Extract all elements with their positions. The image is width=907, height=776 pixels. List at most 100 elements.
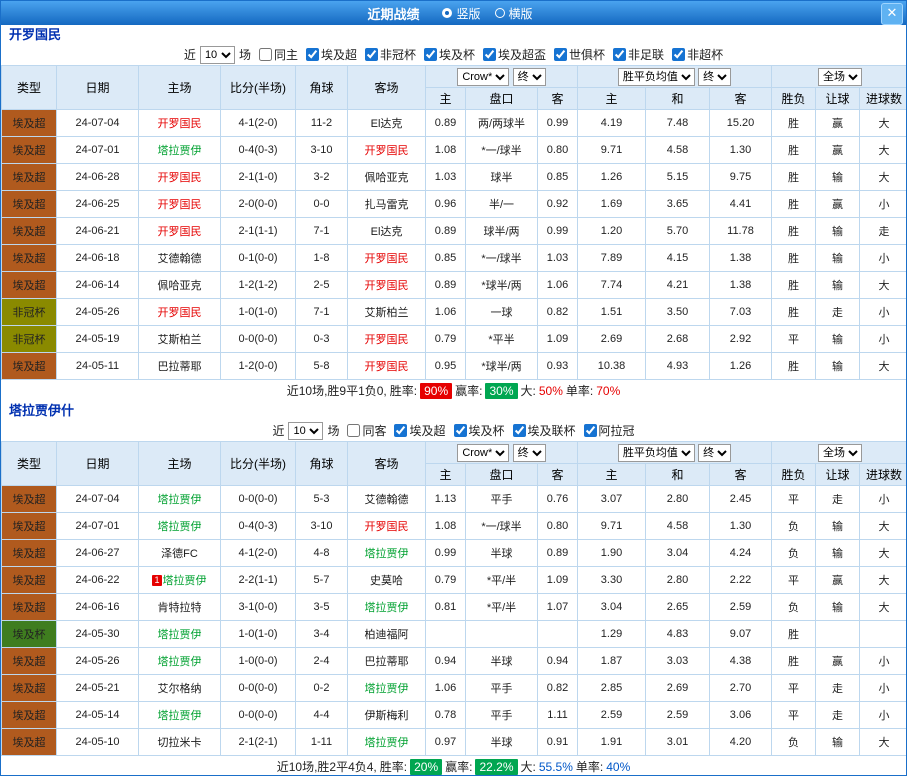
odd-rate-label: 单率: <box>576 758 603 775</box>
recent-count-select[interactable]: 10 <box>288 422 323 440</box>
scope-select[interactable]: 全场 <box>818 68 862 86</box>
checkbox-世俱杯[interactable] <box>554 48 567 61</box>
cell-date: 24-06-21 <box>57 218 139 245</box>
cell-home-team: 肯特拉特 <box>139 594 221 621</box>
filter-checkbox-埃及杯[interactable]: 埃及杯 <box>450 422 505 439</box>
team-name-text: 艾德翰德 <box>158 253 202 265</box>
team-name-text: 开罗国民 <box>365 521 409 533</box>
team-name-text: 塔拉贾伊 <box>158 710 202 722</box>
filter-checkbox-埃及杯[interactable]: 埃及杯 <box>420 46 475 63</box>
checkbox-同客[interactable] <box>347 424 360 437</box>
col-avg-draw: 和 <box>646 464 710 486</box>
cell-avg-home: 1.26 <box>578 164 646 191</box>
checkbox-埃及超盃[interactable] <box>483 48 496 61</box>
scope-select[interactable]: 全场 <box>818 444 862 462</box>
checkbox-非冠杯[interactable] <box>365 48 378 61</box>
bookmaker-select[interactable]: Crow* <box>457 444 509 462</box>
filter-checkbox-同主[interactable]: 同主 <box>255 46 298 63</box>
filter-checkbox-同客[interactable]: 同客 <box>343 422 386 439</box>
cell-score: 4-1(2-0) <box>221 110 296 137</box>
avg-odds-select[interactable]: 胜平负均值 <box>618 444 695 462</box>
checkbox-埃及超[interactable] <box>306 48 319 61</box>
filter-checkbox-阿拉冠[interactable]: 阿拉冠 <box>580 422 635 439</box>
odds-stage-select[interactable]: 终 <box>513 444 546 462</box>
odds-stage-select[interactable]: 终 <box>513 68 546 86</box>
checkbox-同主[interactable] <box>259 48 272 61</box>
close-button[interactable]: ✕ <box>881 3 903 25</box>
filter-checkbox-埃及联杯[interactable]: 埃及联杯 <box>509 422 576 439</box>
avg-stage-select[interactable]: 终 <box>698 68 731 86</box>
cell-handicap: 半球 <box>466 648 538 675</box>
checkbox-label: 埃及超 <box>409 422 445 439</box>
cell-corners: 3-2 <box>296 164 348 191</box>
cell-away-team: 塔拉贾伊 <box>348 729 426 756</box>
match-row: 埃及超24-06-27泽德FC4-1(2-0)4-8塔拉贾伊0.99半球0.89… <box>2 540 907 567</box>
checkbox-非超杯[interactable] <box>672 48 685 61</box>
matches-label: 场 <box>327 422 339 439</box>
filter-checkbox-非足联[interactable]: 非足联 <box>609 46 664 63</box>
layout-radio-horizontal[interactable]: 横版 <box>495 5 533 22</box>
checkbox-非足联[interactable] <box>613 48 626 61</box>
cell-avg-draw: 7.48 <box>646 110 710 137</box>
radio-unselected-icon <box>495 8 505 18</box>
filter-checkbox-埃及超[interactable]: 埃及超 <box>302 46 357 63</box>
cell-home-team: 切拉米卡 <box>139 729 221 756</box>
checkbox-label: 同客 <box>362 422 386 439</box>
cell-type: 埃及超 <box>2 353 57 380</box>
near-label: 近 <box>184 46 196 63</box>
team-name-text: 扎马雷克 <box>365 199 409 211</box>
cell-goals-result: 大 <box>860 513 907 540</box>
cell-away-team: 艾德翰德 <box>348 486 426 513</box>
cell-handicap-result: 输 <box>816 513 860 540</box>
cell-away-team: El达克 <box>348 218 426 245</box>
cell-type: 埃及超 <box>2 245 57 272</box>
filter-checkbox-埃及超盃[interactable]: 埃及超盃 <box>479 46 546 63</box>
cell-score: 2-0(0-0) <box>221 191 296 218</box>
match-row: 埃及超24-05-14塔拉贾伊0-0(0-0)4-4伊斯梅利0.78平手1.11… <box>2 702 907 729</box>
team-name-text: 史莫哈 <box>370 575 403 587</box>
radio-horizontal-label: 横版 <box>509 5 533 22</box>
dialog-title: 近期战绩 <box>367 4 419 23</box>
checkbox-label: 非足联 <box>628 46 664 63</box>
cell-score: 1-0(1-0) <box>221 299 296 326</box>
team-name-text: 开罗国民 <box>158 172 202 184</box>
cell-corners: 5-8 <box>296 353 348 380</box>
checkbox-阿拉冠[interactable] <box>584 424 597 437</box>
cell-type: 埃及超 <box>2 540 57 567</box>
match-row: 埃及超24-07-04开罗国民4-1(2-0)11-2El达克0.89两/两球半… <box>2 110 907 137</box>
layout-radio-vertical[interactable]: 竖版 <box>442 5 480 22</box>
avg-stage-select[interactable]: 终 <box>698 444 731 462</box>
cell-odds-away: 0.93 <box>538 353 578 380</box>
cell-home-team: 开罗国民 <box>139 191 221 218</box>
checkbox-label: 同主 <box>274 46 298 63</box>
cell-away-team: 佩哈亚克 <box>348 164 426 191</box>
filter-checkbox-埃及超[interactable]: 埃及超 <box>390 422 445 439</box>
cell-odds-home: 0.95 <box>426 353 466 380</box>
checkbox-埃及联杯[interactable] <box>513 424 526 437</box>
checkbox-埃及杯[interactable] <box>454 424 467 437</box>
cell-handicap-result: 走 <box>816 702 860 729</box>
checkbox-埃及超[interactable] <box>394 424 407 437</box>
cell-goals-result: 小 <box>860 299 907 326</box>
team-name-text: 巴拉蒂耶 <box>158 361 202 373</box>
col-corner: 角球 <box>296 442 348 486</box>
cell-avg-home: 3.04 <box>578 594 646 621</box>
avg-odds-select[interactable]: 胜平负均值 <box>618 68 695 86</box>
filter-checkbox-非超杯[interactable]: 非超杯 <box>668 46 723 63</box>
cell-away-team: 扎马雷克 <box>348 191 426 218</box>
cell-odds-away: 1.11 <box>538 702 578 729</box>
checkbox-埃及杯[interactable] <box>424 48 437 61</box>
cell-odds-away: 1.03 <box>538 245 578 272</box>
filter-checkbox-非冠杯[interactable]: 非冠杯 <box>361 46 416 63</box>
odd-rate-label: 单率: <box>566 382 593 399</box>
filter-checkbox-世俱杯[interactable]: 世俱杯 <box>550 46 605 63</box>
recent-count-select[interactable]: 10 <box>200 46 235 64</box>
cell-home-team: 开罗国民 <box>139 299 221 326</box>
cell-handicap-result: 输 <box>816 326 860 353</box>
bookmaker-select[interactable]: Crow* <box>457 68 509 86</box>
cell-type: 非冠杯 <box>2 299 57 326</box>
cell-result: 平 <box>772 326 816 353</box>
radio-selected-icon <box>442 8 452 18</box>
cell-odds-home: 0.89 <box>426 110 466 137</box>
cell-corners: 2-4 <box>296 648 348 675</box>
